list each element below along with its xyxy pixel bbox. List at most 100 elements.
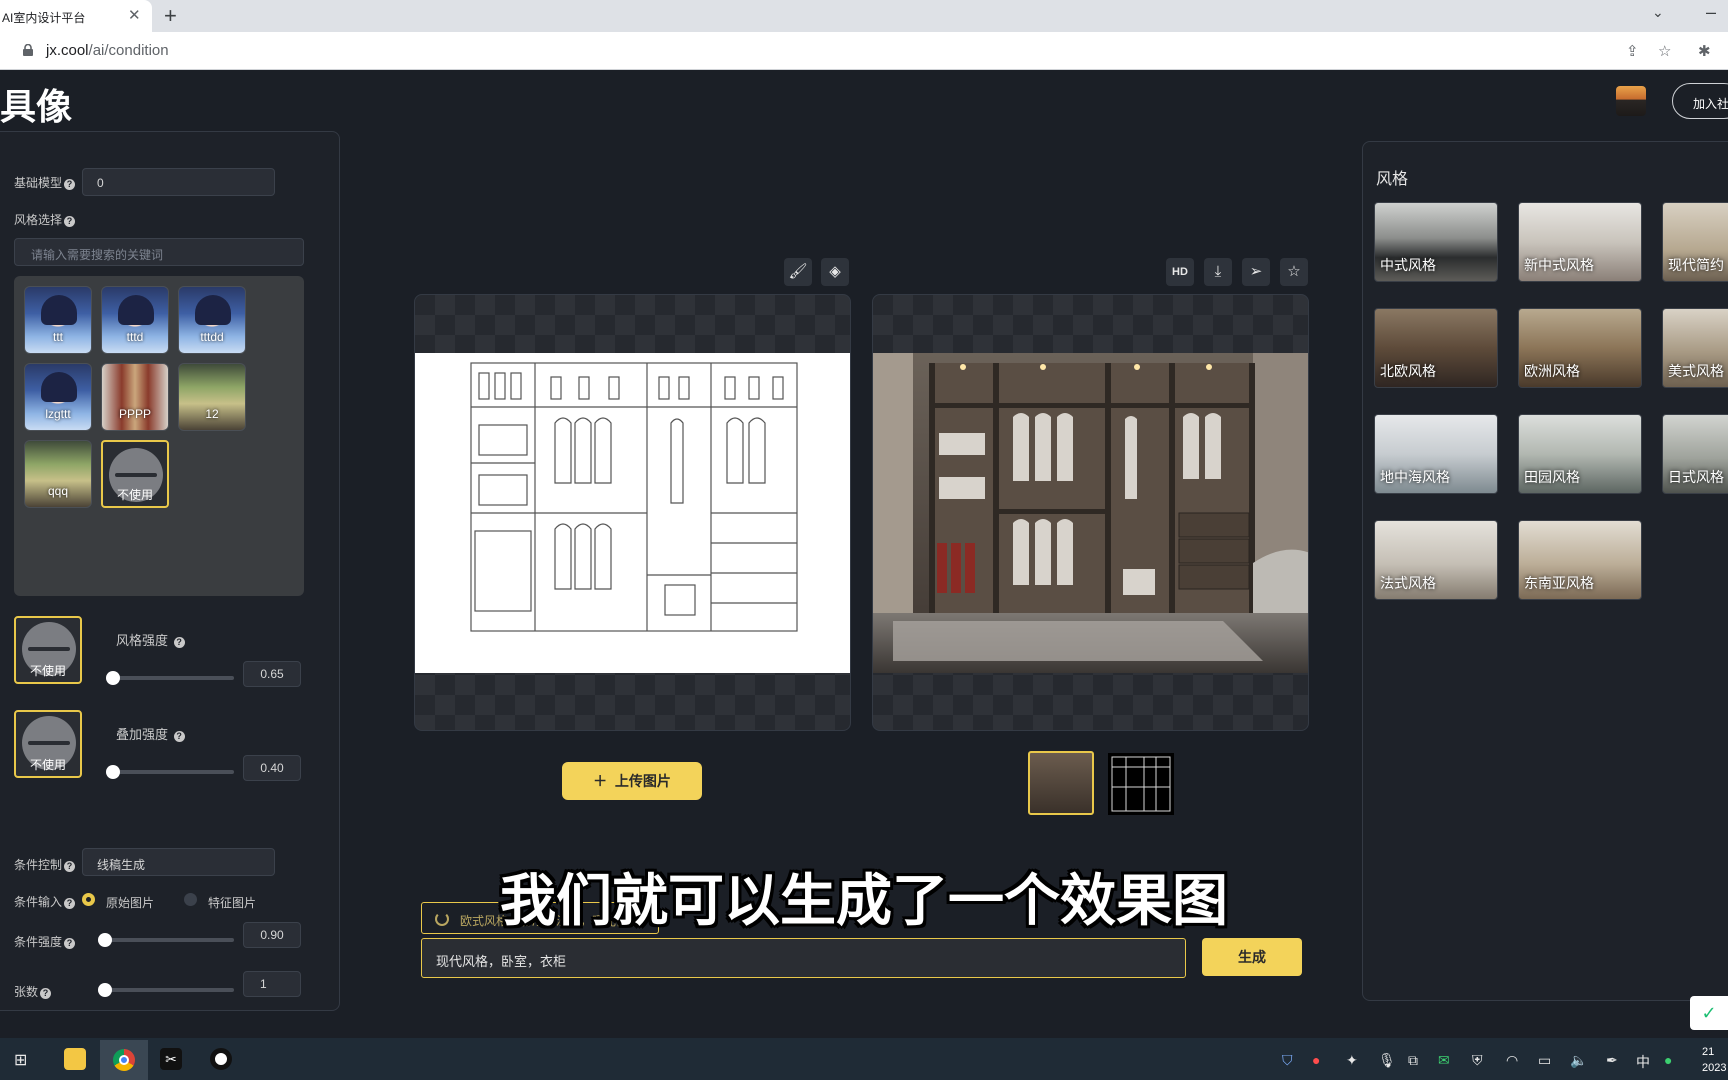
vpn-shield-icon[interactable]: ⛨ [1472, 1052, 1483, 1069]
help-icon[interactable]: ? [64, 898, 76, 909]
slider-knob[interactable] [98, 983, 112, 997]
file-explorer-icon[interactable] [64, 1048, 86, 1070]
style-card-french[interactable]: 法式风格 [1374, 520, 1498, 600]
style-search-input[interactable]: 请输入需要搜索的关键词 [14, 238, 304, 266]
base-model-select[interactable]: 0 [82, 168, 275, 196]
new-tab-button[interactable]: + [164, 3, 177, 29]
prompt-suggestion-tag[interactable]: 欧式风格，客厅，沙发，暖光白墙 [421, 902, 659, 934]
style-strength-slider[interactable] [106, 671, 234, 685]
record-icon[interactable] [210, 1048, 232, 1070]
tab-search-chevron-icon[interactable]: ⌄ [1652, 4, 1664, 21]
download-icon[interactable]: ⤓ [1204, 258, 1232, 286]
condition-control-select[interactable]: 线稿生成 [82, 848, 275, 876]
url-text[interactable]: jx.cool/ai/condition [46, 42, 169, 59]
screen-capture-icon[interactable]: ⧉ [1408, 1052, 1418, 1069]
tab-close-icon[interactable]: ✕ [128, 6, 141, 24]
condition-strength-slider[interactable] [98, 933, 234, 947]
minimize-window-icon[interactable]: – [1706, 2, 1716, 23]
clock-date: 2023 [1702, 1062, 1727, 1074]
style-card-european[interactable]: 欧洲风格 [1518, 308, 1642, 388]
style-thumb-none[interactable]: 不使用 [101, 440, 169, 508]
radio-feature-image[interactable] [184, 893, 197, 906]
style-thumb-qqq[interactable]: qqq [24, 440, 92, 508]
system-clock[interactable]: 21 2023 [1702, 1044, 1726, 1076]
clock-time: 21 [1702, 1046, 1715, 1058]
style-card-chinese[interactable]: 中式风格 [1374, 202, 1498, 282]
help-icon[interactable]: ? [173, 637, 185, 648]
record-tray-icon[interactable]: ● [1312, 1052, 1320, 1068]
radio-original-image[interactable] [82, 893, 95, 906]
hd-button[interactable]: HD [1166, 258, 1194, 286]
wifi-icon[interactable]: ◠ [1506, 1052, 1518, 1069]
help-icon[interactable]: ? [64, 216, 76, 227]
bluetooth-icon[interactable]: ✦ [1346, 1052, 1358, 1069]
wechat-icon[interactable]: ✉ [1438, 1052, 1450, 1069]
tab-title: AI室内设计平台 [2, 11, 86, 25]
pen-icon[interactable]: ✒ [1606, 1052, 1618, 1069]
windows-taskbar [0, 1038, 1728, 1080]
output-canvas[interactable] [872, 294, 1309, 731]
style-card-pastoral[interactable]: 田园风格 [1518, 414, 1642, 494]
upload-image-button[interactable]: ＋ 上传图片 [562, 762, 702, 800]
base-model-label: 基础模型? [14, 174, 76, 191]
security-shield-icon[interactable]: ⛉ [1282, 1052, 1293, 1069]
volume-icon[interactable]: 🔈 [1570, 1052, 1587, 1069]
user-avatar[interactable] [1616, 86, 1646, 116]
help-icon[interactable]: ? [40, 988, 52, 999]
condition-control-label: 条件控制? [14, 856, 76, 873]
input-canvas[interactable] [414, 294, 851, 731]
style-thumb-tttdd[interactable]: tttdd [178, 286, 246, 354]
chrome-taskbar-slot[interactable] [100, 1040, 148, 1080]
style-thumb-12[interactable]: 12 [178, 363, 246, 431]
favorite-star-icon[interactable]: ☆ [1280, 258, 1308, 286]
help-icon[interactable]: ? [173, 731, 185, 742]
brush-icon[interactable]: 🖌 [784, 258, 812, 286]
bookmark-star-icon[interactable]: ☆ [1658, 42, 1671, 60]
style-card-american[interactable]: 美式风格 [1662, 308, 1728, 388]
slider-knob[interactable] [98, 933, 112, 947]
result-thumbnail-1[interactable] [1028, 751, 1094, 815]
style-thumb-tttd[interactable]: tttd [101, 286, 169, 354]
image-count-value[interactable]: 1 [243, 971, 301, 997]
generate-button[interactable]: 生成 [1202, 938, 1302, 976]
browser-tab[interactable]: AI室内设计平台 ✕ [0, 0, 152, 32]
style-thumb-ttt[interactable]: ttt [24, 286, 92, 354]
prompt-input[interactable]: 现代风格，卧室，衣柜 [421, 938, 1186, 978]
address-bar[interactable] [0, 32, 1728, 70]
radio-feature-label: 特征图片 [208, 896, 257, 910]
style-thumb-pppp[interactable]: PPPP [101, 363, 169, 431]
style-card-new-chinese[interactable]: 新中式风格 [1518, 202, 1642, 282]
join-community-button[interactable]: 加入社 [1672, 83, 1728, 119]
eraser-icon[interactable]: ◈ [821, 258, 849, 286]
overlay-strength-value[interactable]: 0.40 [243, 755, 301, 781]
image-count-slider[interactable] [98, 983, 234, 997]
app-logo[interactable]: 具像 [0, 78, 72, 130]
overlay-strength-slider[interactable] [106, 765, 234, 779]
condition-strength-value[interactable]: 0.90 [243, 922, 301, 948]
style-strength-value[interactable]: 0.65 [243, 661, 301, 687]
result-thumbnail-2[interactable] [1108, 753, 1174, 815]
style-thumb-lzgttt[interactable]: lzgttt [24, 363, 92, 431]
floating-app-logo-icon[interactable]: ✓ [1690, 996, 1728, 1030]
style-card-modern-minimal[interactable]: 现代简约 [1662, 202, 1728, 282]
slider-knob[interactable] [106, 765, 120, 779]
microphone-icon[interactable]: 🎙 [1378, 1052, 1396, 1069]
style-card-southeast-asian[interactable]: 东南亚风格 [1518, 520, 1642, 600]
help-icon[interactable]: ? [64, 938, 76, 949]
help-icon[interactable]: ? [64, 861, 76, 872]
app-tray-icon[interactable]: ● [1664, 1052, 1672, 1068]
overlay-strength-image-slot[interactable]: 不使用 [14, 710, 82, 778]
help-icon[interactable]: ? [64, 179, 76, 190]
style-strength-image-slot[interactable]: 不使用 [14, 616, 82, 684]
style-card-nordic[interactable]: 北欧风格 [1374, 308, 1498, 388]
extensions-puzzle-icon[interactable]: ✱ [1698, 42, 1711, 60]
battery-icon[interactable]: ▭ [1538, 1052, 1551, 1069]
capcut-icon[interactable]: ✂ [160, 1048, 182, 1070]
task-view-icon[interactable]: ⊞ [14, 1050, 27, 1070]
slider-knob[interactable] [106, 671, 120, 685]
share-icon[interactable]: ⇪ [1626, 42, 1639, 60]
send-icon[interactable]: ➢ [1242, 258, 1270, 286]
style-card-japanese[interactable]: 日式风格 [1662, 414, 1728, 494]
ime-indicator[interactable]: 中 [1636, 1052, 1650, 1072]
style-card-mediterranean[interactable]: 地中海风格 [1374, 414, 1498, 494]
